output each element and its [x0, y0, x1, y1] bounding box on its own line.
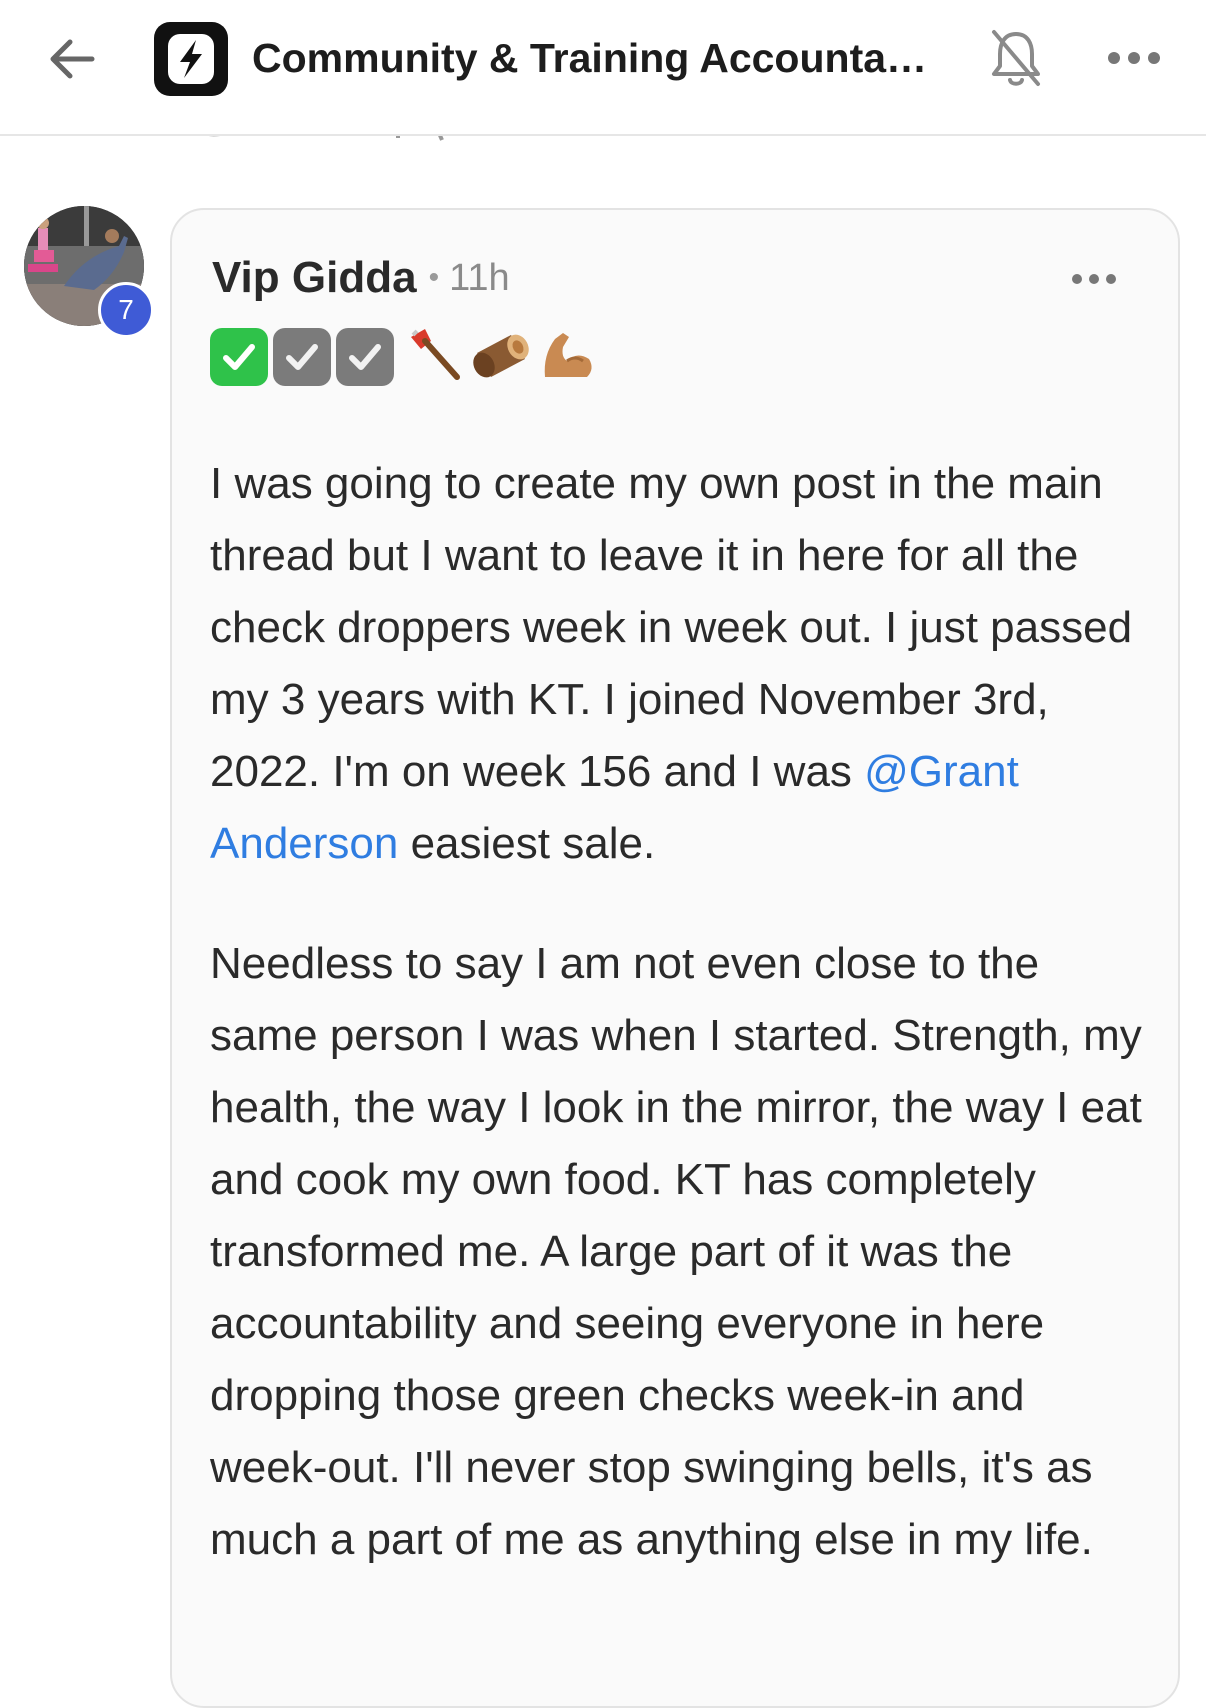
gray-check-emoji	[273, 328, 331, 386]
header-more-button[interactable]	[1104, 40, 1164, 76]
community-logo[interactable]	[154, 22, 228, 96]
axe-emoji	[403, 325, 463, 390]
post-text: I was going to create my own post in the…	[210, 459, 1133, 796]
post-more-button[interactable]	[1068, 264, 1120, 294]
green-check-emoji	[210, 328, 268, 386]
notifications-button[interactable]	[986, 26, 1046, 90]
back-button[interactable]	[42, 28, 104, 90]
post-header: Vip Gidda • 11h	[212, 250, 510, 306]
emoji-row	[210, 326, 597, 388]
post-text: easiest sale.	[398, 819, 656, 868]
post-paragraph: I was going to create my own post in the…	[210, 448, 1150, 880]
separator-dot: •	[428, 261, 440, 294]
level-badge: 7	[98, 282, 154, 338]
bell-off-icon	[992, 30, 1040, 86]
gray-check-emoji	[336, 328, 394, 386]
author-name[interactable]: Vip Gidda	[212, 253, 417, 303]
log-emoji	[467, 325, 533, 390]
lightning-bolt-logo-icon	[168, 34, 214, 84]
flexed-biceps-emoji	[537, 325, 597, 390]
arrow-left-icon	[50, 39, 95, 79]
post-time: 11h	[449, 256, 510, 299]
post-body: I was going to create my own post in the…	[210, 448, 1150, 1624]
more-horizontal-icon	[1108, 52, 1160, 64]
top-app-bar: Community & Training Accountabi...	[0, 0, 1206, 136]
post-paragraph: Needless to say I am not even close to t…	[210, 939, 1142, 1564]
group-title: Community & Training Accountabi...	[252, 35, 942, 81]
more-horizontal-icon	[1072, 274, 1116, 284]
